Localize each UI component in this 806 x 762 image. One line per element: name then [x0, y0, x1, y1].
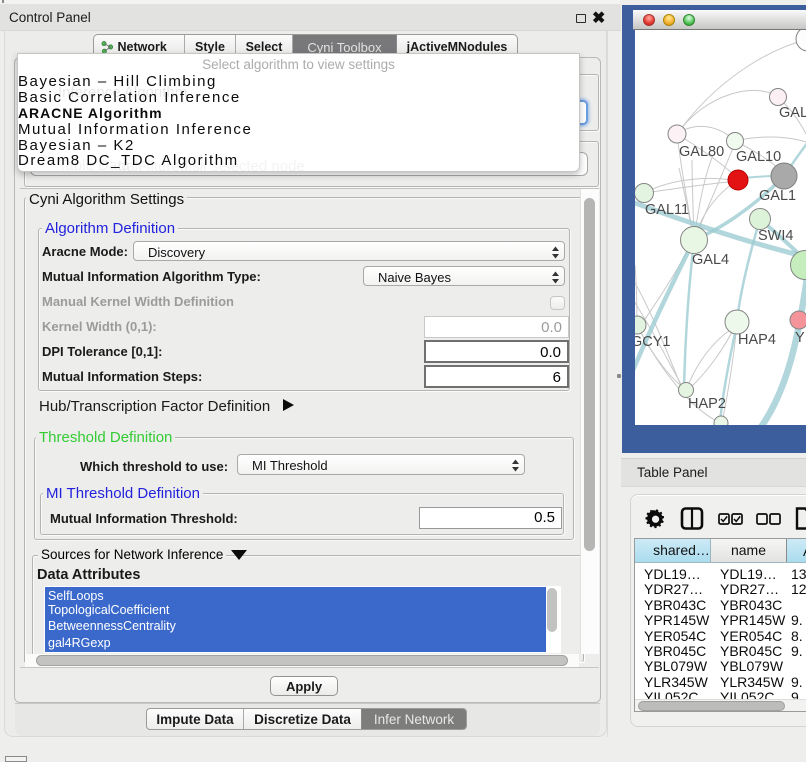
svg-text:SWI4: SWI4 — [758, 228, 793, 244]
svg-text:GAL1: GAL1 — [759, 188, 796, 204]
svg-text:GAL: GAL — [779, 105, 806, 121]
svg-text:Y: Y — [795, 330, 805, 346]
svg-text:GCY1: GCY1 — [635, 334, 671, 350]
svg-text:GAL10: GAL10 — [736, 149, 781, 165]
svg-text:GAL80: GAL80 — [679, 144, 724, 160]
svg-text:GAL11: GAL11 — [645, 202, 689, 218]
svg-text:HAP4: HAP4 — [738, 332, 776, 348]
svg-text:GAL4: GAL4 — [692, 252, 729, 268]
svg-text:HAP2: HAP2 — [688, 396, 726, 412]
